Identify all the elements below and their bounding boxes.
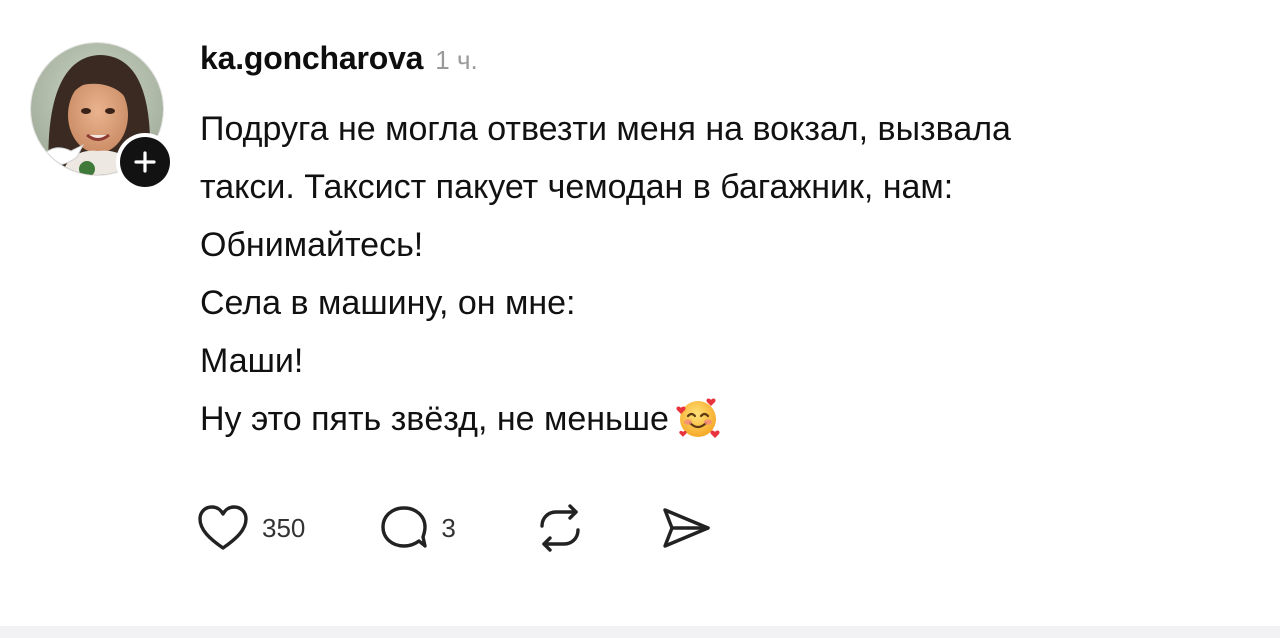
heart-icon <box>198 505 248 550</box>
reply-count: 3 <box>441 512 456 543</box>
repost-button[interactable] <box>534 504 586 552</box>
post-paragraph-text: Ну это пять звёзд, не меньше <box>200 400 669 438</box>
post-body: Подруга не могла отвезти меня на вокзал,… <box>200 100 1240 448</box>
plus-icon <box>134 151 156 173</box>
post-paragraph: Села в машину, он мне: <box>200 284 576 322</box>
thread-post: ka.goncharova 1 ч. Подруга не могла отве… <box>0 0 1280 638</box>
follow-button[interactable] <box>116 133 174 191</box>
post-paragraph: Подруга не могла отвезти меня на вокзал,… <box>200 110 1011 148</box>
post-timestamp[interactable]: 1 ч. <box>435 45 477 76</box>
username-link[interactable]: ka.goncharova <box>200 40 423 77</box>
post-actions: 350 3 <box>196 500 712 556</box>
repost-icon <box>540 504 580 552</box>
paper-plane-icon <box>663 508 710 548</box>
share-button[interactable] <box>660 504 712 552</box>
post-header: ka.goncharova 1 ч. <box>200 40 478 80</box>
divider <box>0 626 1280 638</box>
post-paragraph-last: Ну это пять звёзд, не меньше <box>200 390 1240 448</box>
post-paragraph: Обнимайтесь! <box>200 226 424 264</box>
like-count: 350 <box>262 512 306 543</box>
post-paragraph: такси. Таксист пакует чемодан в багажник… <box>200 168 954 206</box>
smiling-face-with-hearts-emoji <box>675 394 721 440</box>
speech-bubble-icon <box>381 506 428 548</box>
avatar-container <box>30 42 174 191</box>
follow-badge <box>120 137 170 187</box>
post-paragraph: Маши! <box>200 342 304 380</box>
reply-button[interactable]: 3 <box>379 504 456 552</box>
like-button[interactable]: 350 <box>196 504 305 552</box>
